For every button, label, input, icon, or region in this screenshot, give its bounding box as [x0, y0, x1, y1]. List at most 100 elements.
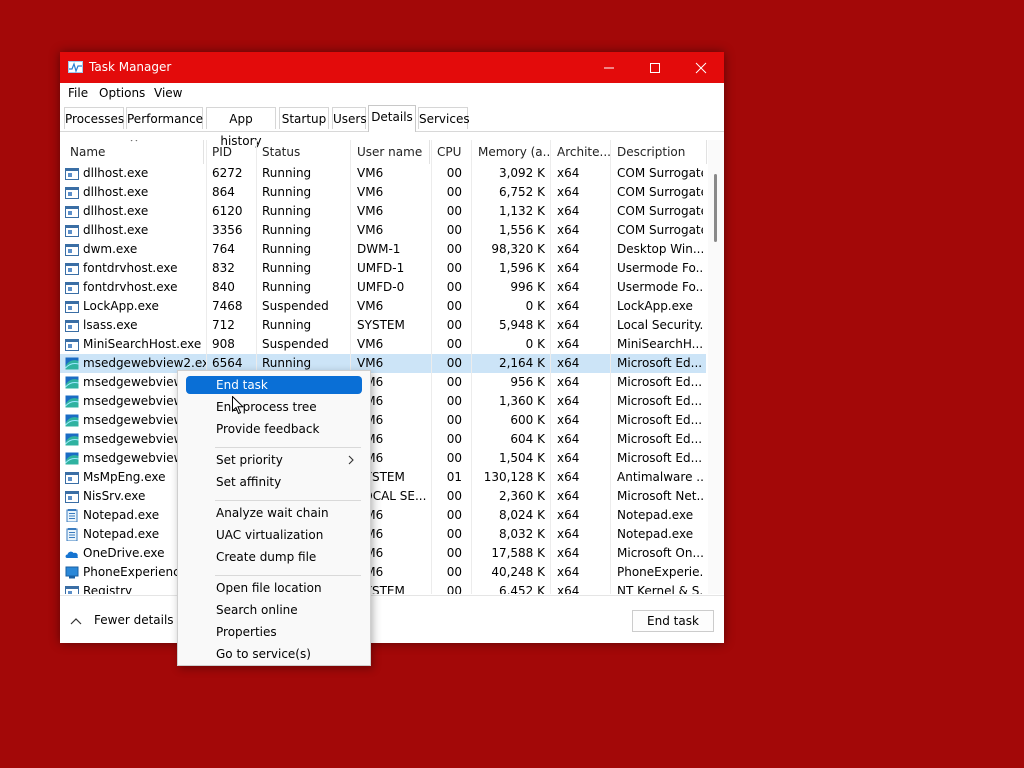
tab-startup[interactable]: Startup [279, 107, 329, 129]
context-item-create-dump-file[interactable]: Create dump file [186, 548, 362, 566]
generic-app-icon [65, 491, 79, 503]
cell-arch: x64 [557, 223, 580, 237]
cell-pid: 712 [212, 318, 235, 332]
context-item-label: Set priority [216, 453, 283, 467]
cell-user: VM6 [357, 166, 384, 180]
minimize-button[interactable] [586, 52, 632, 83]
cell-memory: 5,948 K [498, 318, 545, 332]
tab-processes[interactable]: Processes [64, 107, 124, 129]
context-item-properties[interactable]: Properties [186, 623, 362, 641]
column-header-memory[interactable]: Memory (a... [472, 140, 551, 164]
cell-arch: x64 [557, 299, 580, 313]
cell-desc: Notepad.exe [617, 508, 694, 522]
tab-services[interactable]: Services [418, 107, 470, 129]
context-item-search-online[interactable]: Search online [186, 601, 362, 619]
cell-cpu: 00 [446, 356, 462, 370]
cell-desc: Microsoft Ed... [617, 375, 703, 389]
tab-app-history[interactable]: App history [206, 107, 276, 148]
cell-arch: x64 [557, 261, 580, 275]
cell-cpu: 00 [446, 261, 462, 275]
cell-name: fontdrvhost.exe [83, 261, 178, 275]
tab-strip: Processes Performance App history Startu… [60, 105, 724, 148]
context-item-go-to-service-s[interactable]: Go to service(s) [186, 645, 362, 663]
cell-arch: x64 [557, 394, 580, 408]
column-header-cpu[interactable]: CPU [432, 140, 472, 164]
column-header-status[interactable]: Status [257, 140, 351, 164]
cell-memory: 1,360 K [498, 394, 545, 408]
cell-arch: x64 [557, 337, 580, 351]
cell-user: VM6 [357, 337, 384, 351]
cell-user: VM6 [357, 299, 384, 313]
maximize-icon [650, 63, 660, 73]
cell-desc: Usermode Fo... [617, 261, 703, 275]
context-item-open-file-location[interactable]: Open file location [186, 579, 362, 597]
cell-desc: Microsoft Ed... [617, 432, 703, 446]
maximize-button[interactable] [632, 52, 678, 83]
cell-arch: x64 [557, 584, 580, 594]
context-item-analyze-wait-chain[interactable]: Analyze wait chain [186, 504, 362, 522]
cell-memory: 98,320 K [491, 242, 545, 256]
cell-pid: 864 [212, 185, 235, 199]
context-item-uac-virtualization[interactable]: UAC virtualization [186, 526, 362, 544]
edge-webview-icon [65, 357, 79, 370]
title-bar[interactable]: Task Manager [60, 52, 724, 83]
scrollbar-thumb[interactable] [714, 174, 717, 242]
edge-webview-icon [65, 376, 79, 389]
cell-arch: x64 [557, 280, 580, 294]
cell-cpu: 00 [446, 337, 462, 351]
cell-arch: x64 [557, 489, 580, 503]
cell-memory: 956 K [510, 375, 545, 389]
context-item-end-process-tree[interactable]: End process tree [186, 398, 362, 416]
cell-arch: x64 [557, 546, 580, 560]
cell-arch: x64 [557, 565, 580, 579]
column-header-pid[interactable]: PID [207, 140, 257, 164]
chevron-right-icon [348, 455, 354, 465]
menu-options[interactable]: Options [99, 86, 145, 100]
cell-user: UMFD-1 [357, 261, 405, 275]
context-item-set-priority[interactable]: Set priority [186, 451, 362, 469]
column-divider[interactable] [471, 140, 472, 594]
generic-app-icon [65, 206, 79, 218]
column-header-arch[interactable]: Archite... [551, 140, 611, 164]
context-item-label: Go to service(s) [216, 647, 311, 661]
cell-arch: x64 [557, 375, 580, 389]
menu-file[interactable]: File [68, 86, 88, 100]
column-header-user[interactable]: User name [351, 140, 430, 164]
cell-user: UMFD-0 [357, 280, 405, 294]
column-divider[interactable] [610, 140, 611, 594]
cell-user: VM6 [357, 204, 384, 218]
column-divider[interactable] [431, 140, 432, 594]
cell-status: Suspended [262, 299, 329, 313]
cell-desc: Usermode Fo... [617, 280, 703, 294]
cell-arch: x64 [557, 242, 580, 256]
column-header-desc[interactable]: Description [611, 140, 707, 164]
context-item-provide-feedback[interactable]: Provide feedback [186, 420, 362, 438]
tab-users[interactable]: Users [332, 107, 367, 129]
cell-memory: 17,588 K [491, 546, 545, 560]
cell-cpu: 00 [446, 394, 462, 408]
context-item-set-affinity[interactable]: Set affinity [186, 473, 362, 491]
task-manager-app-icon [68, 61, 83, 73]
close-button[interactable] [678, 52, 724, 83]
cell-arch: x64 [557, 527, 580, 541]
menu-view[interactable]: View [154, 86, 182, 100]
generic-app-icon [65, 244, 79, 256]
cell-memory: 8,024 K [498, 508, 545, 522]
column-divider[interactable] [550, 140, 551, 594]
context-item-label: UAC virtualization [216, 528, 324, 542]
cell-cpu: 00 [446, 204, 462, 218]
tab-details[interactable]: Details [368, 105, 416, 132]
end-task-button[interactable]: End task [632, 610, 714, 632]
cell-desc: Microsoft On... [617, 546, 703, 560]
vertical-scrollbar[interactable] [708, 140, 724, 594]
cell-desc: Antimalware ... [617, 470, 703, 484]
tab-performance[interactable]: Performance [126, 107, 203, 129]
cell-status: Running [262, 280, 312, 294]
cell-status: Running [262, 166, 312, 180]
column-header-name[interactable]: Name [60, 140, 204, 164]
menu-bar: File Options View [60, 83, 724, 105]
cell-name: dllhost.exe [83, 223, 149, 237]
context-item-end-task[interactable]: End task [186, 376, 362, 394]
cell-memory: 130,128 K [483, 470, 545, 484]
cell-memory: 600 K [510, 413, 545, 427]
